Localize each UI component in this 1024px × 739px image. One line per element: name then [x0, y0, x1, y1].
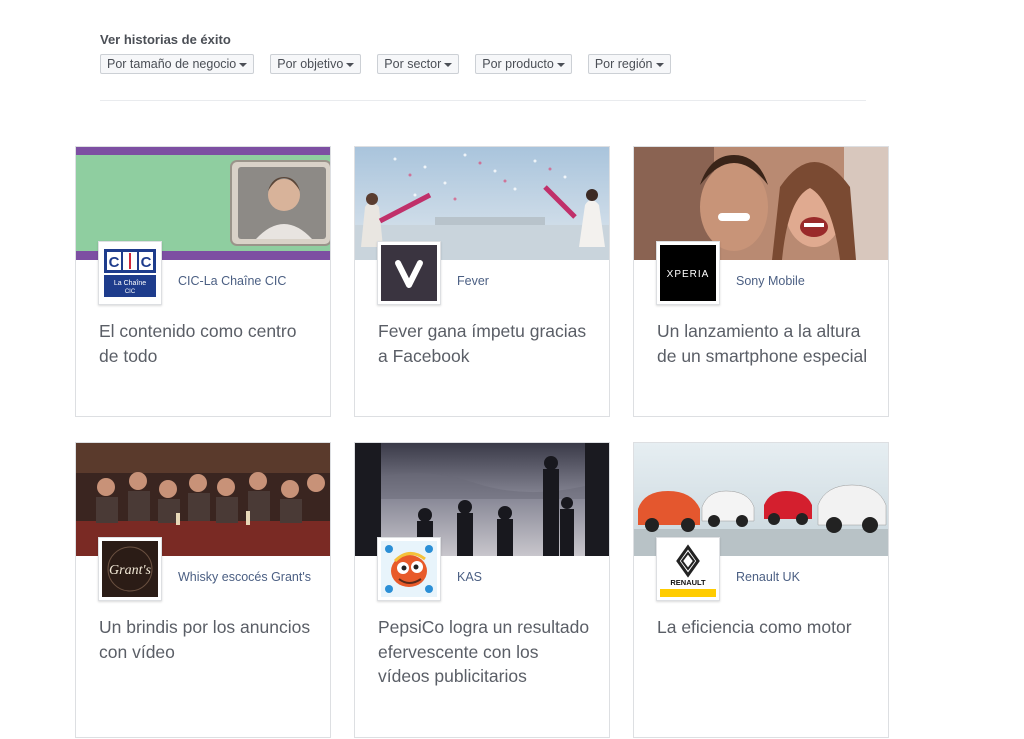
caret-down-icon [444, 62, 453, 67]
brand-name[interactable]: KAS [457, 567, 597, 588]
story-headline[interactable]: Fever gana ímpetu gracias a Facebook [378, 319, 593, 368]
svg-text:CIC: CIC [125, 289, 136, 295]
filter-label: Por objetivo [277, 57, 344, 71]
filters-title: Ver historias de éxito [100, 32, 231, 47]
story-card-cic[interactable]: C C La Chaîne CIC CIC-La Chaîne CIC El c… [75, 146, 331, 417]
brand-name[interactable]: Fever [457, 271, 597, 292]
story-headline[interactable]: Un lanzamiento a la altura de un smartph… [657, 319, 872, 368]
brand-logo: XPERIA [656, 241, 720, 305]
svg-text:C: C [141, 254, 152, 271]
story-headline[interactable]: La eficiencia como motor [657, 615, 872, 640]
story-card-grants[interactable]: Grant's Whisky escocés Grant's Un brindi… [75, 442, 331, 738]
filter-sector-button[interactable]: Por sector [377, 54, 460, 74]
filter-row: Por tamaño de negocio Por objetivo Por s… [100, 54, 687, 74]
brand-name[interactable]: Sony Mobile [736, 271, 876, 292]
brand-logo: Grant's [98, 537, 162, 601]
story-card-renault-uk[interactable]: RENAULT Renault UK La eficiencia como mo… [633, 442, 889, 738]
brand-logo [377, 537, 441, 601]
story-headline[interactable]: El contenido como centro de todo [99, 319, 314, 368]
cic-logo-text: La Chaîne [114, 280, 146, 287]
caret-down-icon [239, 62, 248, 67]
story-headline[interactable]: Un brindis por los anuncios con vídeo [99, 615, 314, 664]
filter-label: Por producto [482, 57, 554, 71]
svg-text:C: C [109, 254, 120, 271]
caret-down-icon [346, 62, 355, 67]
success-stories-filters: Ver historias de éxito Por tamaño de neg… [100, 32, 687, 74]
brand-logo: C C La Chaîne CIC [98, 241, 162, 305]
caret-down-icon [556, 62, 565, 67]
grants-logo-text: Grant's [109, 563, 151, 578]
divider [100, 100, 866, 101]
story-headline[interactable]: PepsiCo logra un resultado efervescente … [378, 615, 593, 689]
filter-business-size-button[interactable]: Por tamaño de negocio [100, 54, 255, 74]
brand-logo: RENAULT [656, 537, 720, 601]
filter-label: Por tamaño de negocio [107, 57, 237, 71]
filter-label: Por sector [384, 57, 442, 71]
brand-name[interactable]: Whisky escocés Grant's [178, 567, 318, 588]
filter-objective-button[interactable]: Por objetivo [270, 54, 362, 74]
brand-name[interactable]: CIC-La Chaîne CIC [178, 271, 318, 292]
brand-name[interactable]: Renault UK [736, 567, 876, 588]
filter-product-button[interactable]: Por producto [475, 54, 572, 74]
filter-region-button[interactable]: Por región [587, 54, 671, 74]
story-card-kas[interactable]: KAS PepsiCo logra un resultado efervesce… [354, 442, 610, 738]
filter-label: Por región [594, 57, 653, 71]
story-card-sony-mobile[interactable]: XPERIA Sony Mobile Un lanzamiento a la a… [633, 146, 889, 417]
brand-logo [377, 241, 441, 305]
renault-logo-text: RENAULT [670, 578, 706, 587]
story-card-fever[interactable]: Fever Fever gana ímpetu gracias a Facebo… [354, 146, 610, 417]
caret-down-icon [655, 62, 664, 67]
xperia-logo-text: XPERIA [667, 269, 710, 280]
page: Ver historias de éxito Por tamaño de neg… [0, 0, 1024, 739]
